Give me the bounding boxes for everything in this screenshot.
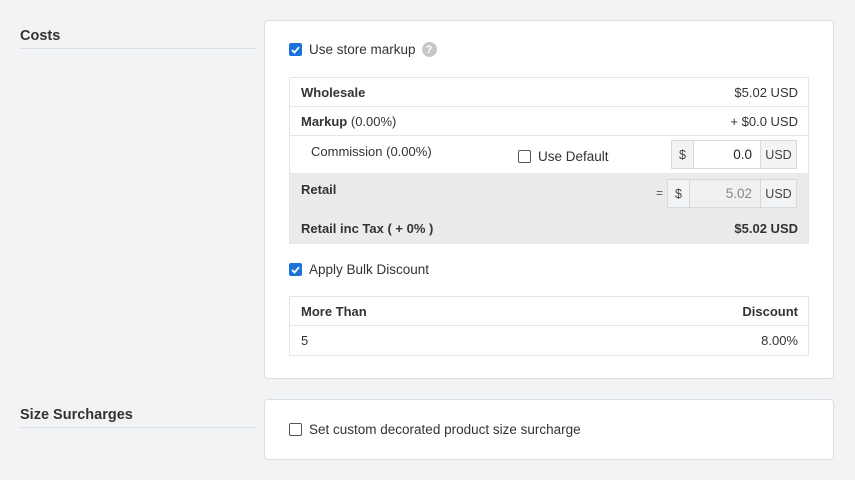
custom-surcharge-row[interactable]: Set custom decorated product size surcha… (289, 422, 581, 437)
use-store-markup-row[interactable]: Use store markup ? (289, 42, 437, 57)
discount-header-row: More Than Discount (290, 297, 808, 326)
retail-row: Retail = $ 5.02 USD (290, 174, 808, 213)
commission-input-group: $ 0.0 USD (671, 140, 797, 169)
markup-value: + $0.0 USD (730, 114, 798, 129)
retail-inc-tax-value: $5.02 USD (734, 221, 798, 236)
retail-input: 5.02 (689, 180, 761, 207)
discount-header-discount: Discount (742, 304, 798, 319)
table-row: 5 8.00% (290, 326, 808, 355)
size-surcharges-section-title: Size Surcharges (20, 407, 256, 428)
commission-row: Commission (0.00%) Use Default $ 0.0 USD (290, 136, 808, 174)
apply-bulk-discount-checkbox[interactable] (289, 263, 302, 276)
use-default-row[interactable]: Use Default (518, 149, 609, 164)
checkmark-icon (291, 46, 300, 54)
costs-section-title: Costs (20, 28, 256, 49)
use-default-label: Use Default (538, 149, 609, 164)
retail-input-group: $ 5.02 USD (667, 179, 797, 208)
custom-surcharge-label: Set custom decorated product size surcha… (309, 422, 581, 437)
discount-value-cell: 8.00% (761, 333, 798, 348)
discount-more-than-cell: 5 (301, 333, 309, 348)
costs-card: Use store markup ? Wholesale $5.02 USD M… (264, 20, 834, 379)
retail-label: Retail (301, 182, 337, 197)
apply-bulk-discount-label: Apply Bulk Discount (309, 262, 430, 277)
use-default-checkbox[interactable] (518, 150, 531, 163)
markup-row: Markup (0.00%) + $0.0 USD (290, 107, 808, 136)
commission-currency-symbol: $ (672, 141, 693, 168)
size-surcharges-card: Set custom decorated product size surcha… (264, 399, 834, 460)
use-store-markup-label: Use store markup (309, 42, 416, 57)
apply-bulk-discount-row[interactable]: Apply Bulk Discount (289, 262, 429, 277)
retail-inc-tax-label: Retail inc Tax ( + 0% ) (301, 221, 434, 236)
bulk-discount-table: More Than Discount 5 8.00% (289, 296, 809, 356)
custom-surcharge-checkbox[interactable] (289, 423, 302, 436)
retail-unit: USD (761, 180, 796, 207)
retail-equals: = (656, 186, 664, 200)
commission-input[interactable]: 0.0 (693, 141, 761, 168)
commission-label: Commission (0.00%) (311, 144, 432, 159)
wholesale-row: Wholesale $5.02 USD (290, 78, 808, 107)
markup-label-group: Markup (0.00%) (301, 114, 396, 129)
help-icon[interactable]: ? (421, 42, 437, 57)
markup-percent: (0.00%) (350, 114, 397, 129)
checkmark-icon (291, 266, 300, 274)
discount-header-more-than: More Than (301, 304, 367, 319)
markup-label: Markup (301, 114, 348, 129)
commission-unit: USD (761, 141, 796, 168)
retail-inc-tax-row: Retail inc Tax ( + 0% ) $5.02 USD (290, 213, 808, 243)
wholesale-value: $5.02 USD (734, 85, 798, 100)
wholesale-label: Wholesale (301, 85, 366, 100)
use-store-markup-checkbox[interactable] (289, 43, 302, 56)
retail-currency-symbol: $ (668, 180, 689, 207)
cost-breakdown-table: Wholesale $5.02 USD Markup (0.00%) + $0.… (289, 77, 809, 244)
